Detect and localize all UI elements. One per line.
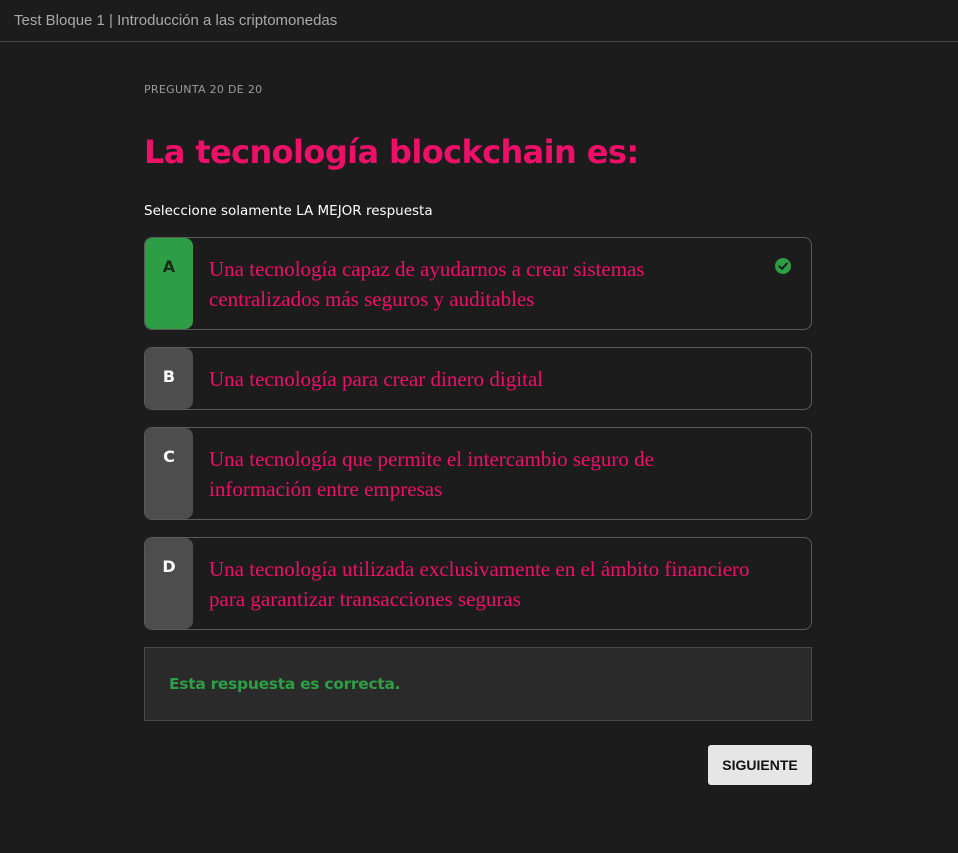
answer-option-a[interactable]: A Una tecnología capaz de ayudarnos a cr… bbox=[144, 236, 812, 330]
feedback-text: Esta respuesta es correcta. bbox=[169, 674, 401, 693]
option-letter: C bbox=[145, 427, 193, 519]
answer-options: A Una tecnología capaz de ayudarnos a cr… bbox=[144, 236, 812, 630]
actions-row: SIGUIENTE bbox=[144, 744, 812, 785]
question-counter: PREGUNTA 20 DE 20 bbox=[144, 83, 263, 96]
check-circle-icon bbox=[775, 257, 791, 274]
next-button[interactable]: SIGUIENTE bbox=[708, 744, 812, 785]
answer-option-d[interactable]: D Una tecnología utilizada exclusivament… bbox=[144, 536, 812, 630]
answer-option-c[interactable]: C Una tecnología que permite el intercam… bbox=[144, 426, 812, 520]
option-text: Una tecnología para crear dinero digital bbox=[209, 366, 544, 391]
question-title: La tecnología blockchain es: bbox=[144, 133, 639, 171]
option-letter: A bbox=[145, 237, 193, 329]
option-text: Una tecnología que permite el intercambi… bbox=[209, 446, 654, 501]
answer-option-b[interactable]: B Una tecnología para crear dinero digit… bbox=[144, 346, 812, 410]
option-text: Una tecnología capaz de ayudarnos a crea… bbox=[209, 256, 645, 311]
option-text: Una tecnología utilizada exclusivamente … bbox=[209, 556, 750, 611]
quiz-title: Test Bloque 1 | Introducción a las cript… bbox=[14, 12, 338, 29]
option-letter: B bbox=[145, 347, 193, 409]
top-bar: Test Bloque 1 | Introducción a las cript… bbox=[0, 0, 958, 42]
question-panel: PREGUNTA 20 DE 20 La tecnología blockcha… bbox=[144, 42, 812, 785]
answer-feedback: Esta respuesta es correcta. bbox=[144, 646, 812, 721]
option-letter: D bbox=[145, 537, 193, 629]
question-instruction: Seleccione solamente LA MEJOR respuesta bbox=[144, 202, 433, 219]
